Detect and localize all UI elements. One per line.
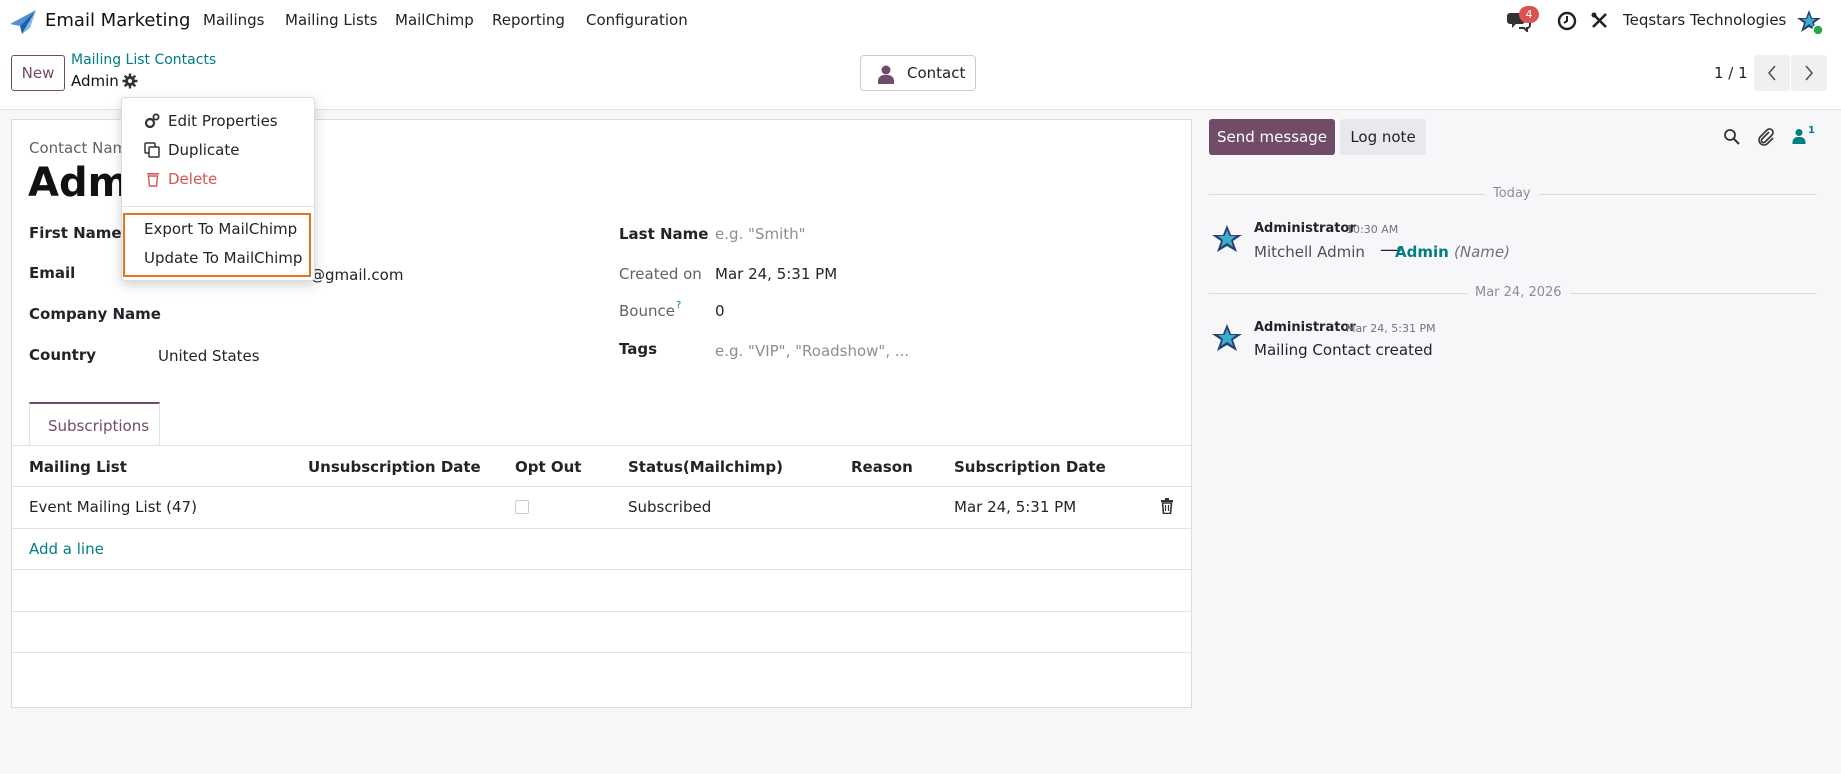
- debug-tools-icon[interactable]: [1590, 11, 1609, 30]
- followers-count: 1: [1808, 125, 1815, 136]
- date-separator-today: Today: [1485, 186, 1539, 201]
- menu-reporting[interactable]: Reporting: [492, 11, 565, 29]
- breadcrumb-parent[interactable]: Mailing List Contacts: [71, 52, 216, 68]
- gears-icon: [144, 113, 160, 129]
- pager-value[interactable]: 1 / 1: [1714, 64, 1748, 82]
- contact-name-label: Contact Nam: [29, 139, 128, 157]
- date-separator-mar-24: Mar 24, 2026: [1467, 285, 1570, 300]
- pager-next-button[interactable]: [1791, 55, 1827, 91]
- bounce-label: Bounce: [619, 302, 675, 320]
- activity-clock-icon[interactable]: [1557, 11, 1577, 31]
- bounce-value: 0: [715, 302, 725, 320]
- pager-previous-button[interactable]: [1754, 55, 1790, 91]
- gear-icon[interactable]: [122, 73, 138, 89]
- tab-subscriptions[interactable]: Subscriptions: [29, 402, 160, 446]
- tags-field[interactable]: e.g. "VIP", "Roadshow", ...: [715, 342, 909, 360]
- chevron-right-icon: [1805, 65, 1814, 81]
- menu-item-edit-properties[interactable]: Edit Properties: [168, 112, 278, 130]
- tags-label: Tags: [619, 340, 658, 358]
- column-header-status[interactable]: Status(Mailchimp): [628, 458, 783, 476]
- column-header-reason[interactable]: Reason: [851, 458, 913, 476]
- app-name[interactable]: Email Marketing: [45, 10, 190, 31]
- add-line-link[interactable]: Add a line: [29, 540, 104, 558]
- new-button[interactable]: New: [11, 55, 65, 91]
- send-message-button[interactable]: Send message: [1209, 119, 1335, 155]
- created-on-value: Mar 24, 5:31 PM: [715, 265, 838, 283]
- search-icon[interactable]: [1723, 128, 1740, 145]
- menu-item-delete[interactable]: Delete: [168, 170, 217, 188]
- last-name-field[interactable]: e.g. "Smith": [715, 225, 806, 243]
- company-name-label: Company Name: [29, 305, 161, 323]
- menu-mailings[interactable]: Mailings: [203, 11, 264, 29]
- bounce-help-tooltip[interactable]: ?: [676, 300, 681, 311]
- row-divider: [12, 652, 1191, 653]
- country-label: Country: [29, 346, 97, 364]
- opt-out-checkbox[interactable]: [515, 500, 529, 514]
- column-header-opt-out[interactable]: Opt Out: [515, 458, 581, 476]
- table-header-divider: [12, 486, 1191, 487]
- message-author[interactable]: Administrator: [1254, 320, 1356, 335]
- column-header-subscription-date[interactable]: Subscription Date: [954, 458, 1106, 476]
- created-on-label: Created on: [619, 265, 702, 283]
- cell-mailing-list[interactable]: Event Mailing List (47): [29, 498, 197, 516]
- menu-mailing-lists[interactable]: Mailing Lists: [285, 11, 377, 29]
- chevron-left-icon: [1767, 65, 1776, 81]
- menu-configuration[interactable]: Configuration: [586, 11, 688, 29]
- column-header-unsubscription-date[interactable]: Unsubscription Date: [308, 458, 481, 476]
- cell-status[interactable]: Subscribed: [628, 498, 711, 516]
- menu-item-duplicate[interactable]: Duplicate: [168, 141, 239, 159]
- tracking-field-name: (Name): [1454, 243, 1510, 261]
- contact-smart-button[interactable]: Contact: [860, 55, 976, 91]
- last-name-label: Last Name: [619, 225, 709, 243]
- first-name-label: First Name: [29, 224, 122, 242]
- person-icon: [878, 65, 894, 84]
- tracking-old-value: Mitchell Admin: [1254, 243, 1365, 261]
- message-author[interactable]: Administrator: [1254, 221, 1356, 236]
- log-note-button[interactable]: Log note: [1340, 119, 1426, 155]
- message-time: 10:30 AM: [1346, 223, 1399, 236]
- message-body: Mailing Contact created: [1254, 341, 1433, 359]
- email-label: Email: [29, 264, 76, 282]
- contact-smart-button-label: Contact: [907, 64, 966, 82]
- trash-icon: [147, 173, 159, 187]
- email-marketing-app-icon[interactable]: [8, 8, 38, 36]
- tab-subscriptions-label: Subscriptions: [48, 417, 150, 435]
- message-time: Mar 24, 5:31 PM: [1346, 322, 1436, 335]
- column-header-mailing-list[interactable]: Mailing List: [29, 458, 127, 476]
- tracking-new-value: Admin: [1395, 243, 1449, 261]
- user-avatar[interactable]: [1796, 8, 1824, 36]
- top-navbar: Email Marketing Mailings Mailing Lists M…: [0, 0, 1841, 42]
- country-field[interactable]: United States: [158, 347, 260, 365]
- cell-subscription-date[interactable]: Mar 24, 5:31 PM: [954, 498, 1076, 516]
- email-field[interactable]: @gmail.com: [310, 266, 403, 284]
- tab-divider: [12, 445, 1191, 446]
- company-switcher[interactable]: Teqstars Technologies: [1623, 11, 1786, 29]
- duplicate-icon: [144, 142, 160, 158]
- dropdown-divider: [122, 206, 314, 207]
- row-divider: [12, 528, 1191, 529]
- breadcrumb-current: Admin: [71, 72, 119, 90]
- paperclip-icon[interactable]: [1757, 127, 1775, 146]
- row-divider: [12, 611, 1191, 612]
- messages-badge: 4: [1519, 6, 1539, 23]
- menu-mailchimp[interactable]: MailChimp: [395, 11, 474, 29]
- author-avatar[interactable]: [1211, 322, 1243, 354]
- followers-icon[interactable]: [1792, 128, 1806, 144]
- author-avatar[interactable]: [1211, 223, 1243, 255]
- delete-row-trash-icon[interactable]: [1160, 498, 1174, 514]
- row-divider: [12, 569, 1191, 570]
- mailchimp-actions-highlight: [123, 213, 311, 277]
